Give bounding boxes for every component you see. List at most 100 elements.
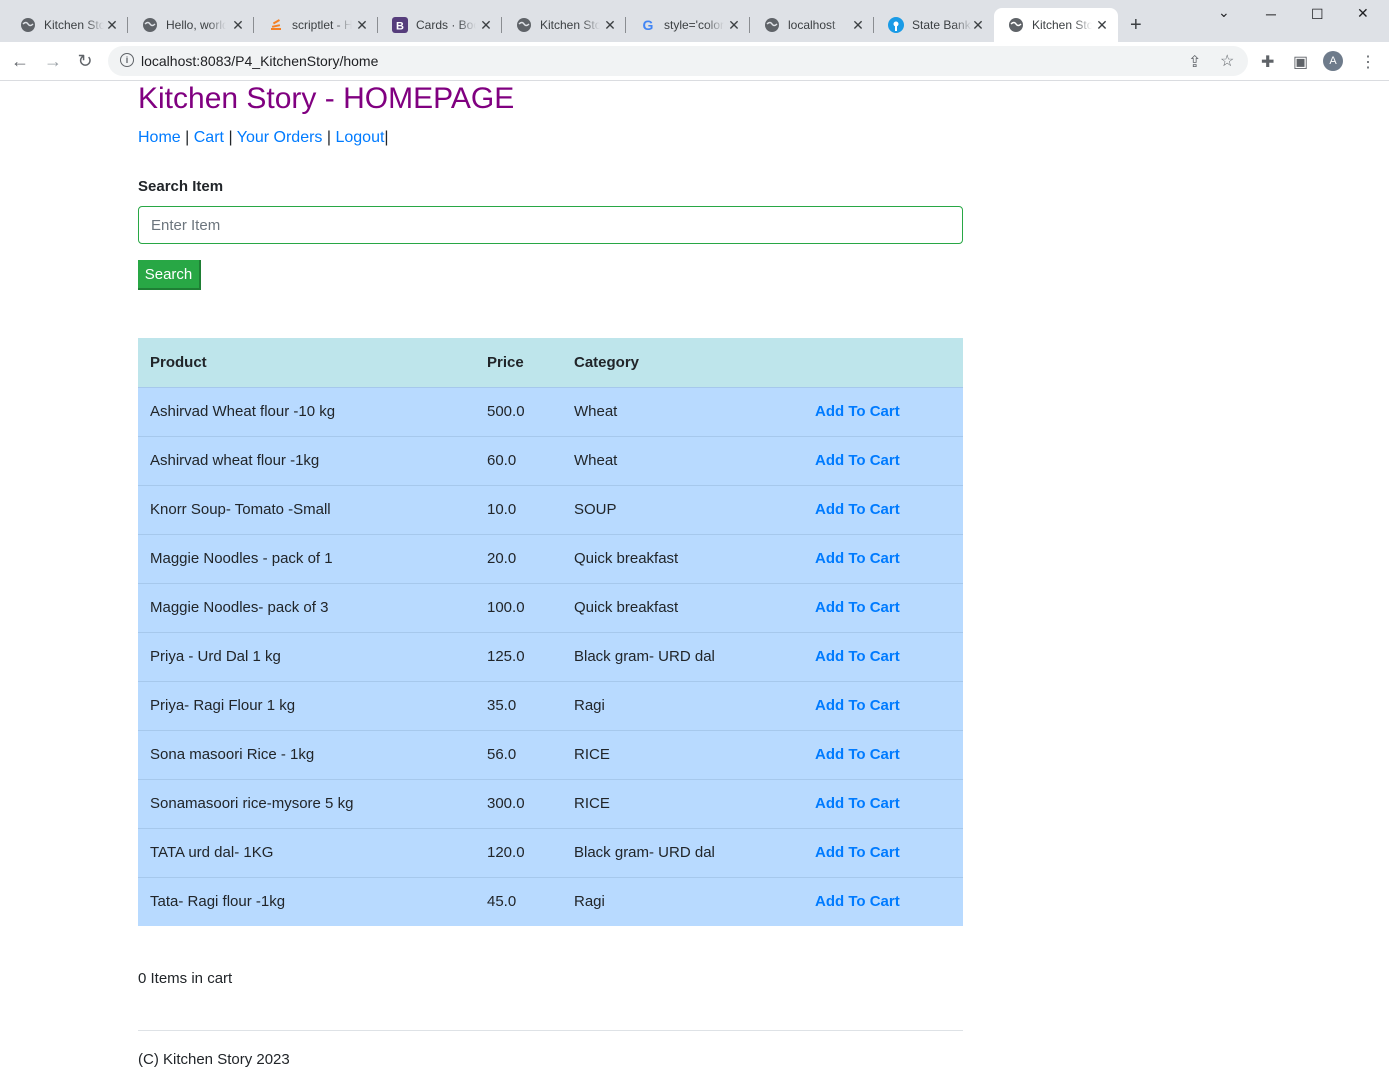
search-input[interactable] bbox=[138, 206, 963, 244]
table-header-row: Product Price Category bbox=[138, 338, 963, 387]
globe-icon bbox=[1008, 17, 1024, 33]
product-category: RICE bbox=[562, 778, 803, 828]
add-to-cart-link[interactable]: Add To Cart bbox=[803, 386, 963, 436]
tab-title: localhost bbox=[788, 18, 836, 32]
minimize-icon[interactable]: ─ bbox=[1266, 6, 1276, 22]
browser-tab[interactable]: scriptlet - How ✕ bbox=[254, 8, 378, 42]
extensions-icon[interactable]: ✚ bbox=[1261, 52, 1274, 72]
product-price: 20.0 bbox=[475, 533, 562, 583]
footer-text: (C) Kitchen Story 2023 bbox=[138, 1051, 290, 1068]
product-category: Quick breakfast bbox=[562, 533, 803, 583]
add-to-cart-link[interactable]: Add To Cart bbox=[803, 582, 963, 632]
url-text: localhost:8083/P4_KitchenStory/home bbox=[141, 53, 379, 69]
product-price: 45.0 bbox=[475, 876, 562, 926]
product-category: Wheat bbox=[562, 386, 803, 436]
product-category: Black gram- URD dal bbox=[562, 631, 803, 681]
tab-title: Hello, world! bbox=[166, 18, 226, 32]
add-to-cart-link[interactable]: Add To Cart bbox=[803, 729, 963, 779]
add-to-cart-link[interactable]: Add To Cart bbox=[803, 680, 963, 730]
close-icon[interactable]: ✕ bbox=[230, 17, 246, 34]
header-product: Product bbox=[150, 353, 207, 371]
tab-title: Cards · Bootstrap bbox=[416, 18, 476, 32]
product-name: Sonamasoori rice-mysore 5 kg bbox=[138, 778, 475, 828]
close-icon[interactable]: ✕ bbox=[726, 17, 742, 34]
nav-separator: | bbox=[326, 129, 332, 146]
browser-toolbar: ← → ↻ i localhost:8083/P4_KitchenStory/h… bbox=[0, 42, 1389, 81]
product-price: 10.0 bbox=[475, 484, 562, 534]
address-bar[interactable]: i localhost:8083/P4_KitchenStory/home ⇪ … bbox=[108, 46, 1248, 76]
close-icon[interactable]: ✕ bbox=[970, 17, 986, 34]
nav-home-link[interactable]: Home bbox=[138, 129, 181, 146]
product-name: TATA urd dal- 1KG bbox=[138, 827, 475, 877]
browser-tab[interactable]: G style='color ✕ bbox=[626, 8, 750, 42]
add-to-cart-link[interactable]: Add To Cart bbox=[803, 631, 963, 681]
browser-tab[interactable]: Kitchen Story ✕ bbox=[6, 8, 128, 42]
close-icon[interactable]: ✕ bbox=[1094, 17, 1110, 34]
reload-icon[interactable]: ↻ bbox=[75, 51, 95, 72]
table-row: Maggie Noodles- pack of 3 100.0 Quick brea… bbox=[138, 582, 963, 632]
table-row: Ashirvad wheat flour -1kg 60.0 Wheat Add To… bbox=[138, 435, 963, 485]
star-icon[interactable]: ☆ bbox=[1220, 51, 1234, 71]
info-icon[interactable]: i bbox=[120, 53, 134, 67]
cart-count-text: 0 Items in cart bbox=[138, 970, 233, 987]
nav-separator: | bbox=[228, 129, 233, 146]
product-category: Quick breakfast bbox=[562, 582, 803, 632]
product-name: Priya- Ragi Flour 1 kg bbox=[138, 680, 475, 730]
product-name: Maggie Noodles - pack of 1 bbox=[138, 533, 475, 583]
table-row: Knorr Soup- Tomato -Small 10.0 SOUP Add To … bbox=[138, 484, 963, 534]
browser-tab-active[interactable]: Kitchen Story ✕ bbox=[994, 8, 1118, 42]
add-to-cart-link[interactable]: Add To Cart bbox=[803, 484, 963, 534]
browser-tab[interactable]: State Bank ✕ bbox=[874, 8, 994, 42]
close-icon[interactable]: ✕ bbox=[602, 17, 618, 34]
forward-icon[interactable]: → bbox=[43, 51, 63, 72]
close-icon[interactable]: ✕ bbox=[850, 17, 866, 34]
tab-title: style='color bbox=[664, 18, 724, 32]
bootstrap-icon: B bbox=[392, 17, 408, 33]
close-icon[interactable]: ✕ bbox=[104, 17, 120, 34]
globe-icon bbox=[516, 17, 532, 33]
add-to-cart-link[interactable]: Add To Cart bbox=[803, 778, 963, 828]
search-label: Search Item bbox=[138, 178, 224, 195]
main-nav: Home | Cart | Your Orders | Logout| bbox=[138, 129, 389, 147]
product-category: Ragi bbox=[562, 876, 803, 926]
avatar[interactable]: A bbox=[1323, 51, 1343, 71]
search-button[interactable]: Search bbox=[138, 260, 201, 290]
browser-tab[interactable]: Hello, world! ✕ bbox=[128, 8, 254, 42]
menu-icon[interactable]: ⋮ bbox=[1360, 52, 1376, 72]
product-name: Ashirvad wheat flour -1kg bbox=[138, 435, 475, 485]
product-price: 500.0 bbox=[475, 386, 562, 436]
new-tab-icon[interactable]: + bbox=[1130, 14, 1142, 37]
product-category: Ragi bbox=[562, 680, 803, 730]
product-name: Priya - Urd Dal 1 kg bbox=[138, 631, 475, 681]
maximize-icon[interactable]: ☐ bbox=[1311, 6, 1324, 23]
add-to-cart-link[interactable]: Add To Cart bbox=[803, 876, 963, 926]
browser-tab[interactable]: localhost ✕ bbox=[750, 8, 874, 42]
nav-cart-link[interactable]: Cart bbox=[194, 129, 224, 146]
stackoverflow-icon bbox=[268, 17, 284, 33]
footer-divider bbox=[138, 1030, 963, 1031]
back-icon[interactable]: ← bbox=[10, 51, 30, 72]
tab-title: Kitchen Story bbox=[540, 18, 600, 32]
close-icon[interactable]: ✕ bbox=[354, 17, 370, 34]
add-to-cart-link[interactable]: Add To Cart bbox=[803, 533, 963, 583]
close-icon[interactable]: ✕ bbox=[478, 17, 494, 34]
add-to-cart-link[interactable]: Add To Cart bbox=[803, 435, 963, 485]
browser-tabstrip: Kitchen Story ✕ Hello, world! ✕ scriptle… bbox=[0, 0, 1389, 42]
table-row: Tata- Ragi flour -1kg 45.0 Ragi Add To Cart bbox=[138, 876, 963, 926]
product-price: 35.0 bbox=[475, 680, 562, 730]
product-name: Sona masoori Rice - 1kg bbox=[138, 729, 475, 779]
share-icon[interactable]: ⇪ bbox=[1188, 52, 1201, 72]
table-row: Maggie Noodles - pack of 1 20.0 Quick brea… bbox=[138, 533, 963, 583]
chevron-down-icon[interactable]: ⌄ bbox=[1218, 4, 1230, 21]
nav-orders-link[interactable]: Your Orders bbox=[237, 129, 323, 146]
close-window-icon[interactable]: ✕ bbox=[1357, 5, 1369, 22]
table-row: Priya- Ragi Flour 1 kg 35.0 Ragi Add To Car… bbox=[138, 680, 963, 730]
browser-tab[interactable]: Kitchen Story ✕ bbox=[502, 8, 626, 42]
table-row: Sona masoori Rice - 1kg 56.0 RICE Add To Ca… bbox=[138, 729, 963, 779]
product-name: Maggie Noodles- pack of 3 bbox=[138, 582, 475, 632]
product-category: SOUP bbox=[562, 484, 803, 534]
nav-logout-link[interactable]: Logout bbox=[335, 129, 384, 146]
browser-tab[interactable]: B Cards · Bootstrap ✕ bbox=[378, 8, 502, 42]
side-panel-icon[interactable]: ▣ bbox=[1293, 52, 1308, 72]
add-to-cart-link[interactable]: Add To Cart bbox=[803, 827, 963, 877]
